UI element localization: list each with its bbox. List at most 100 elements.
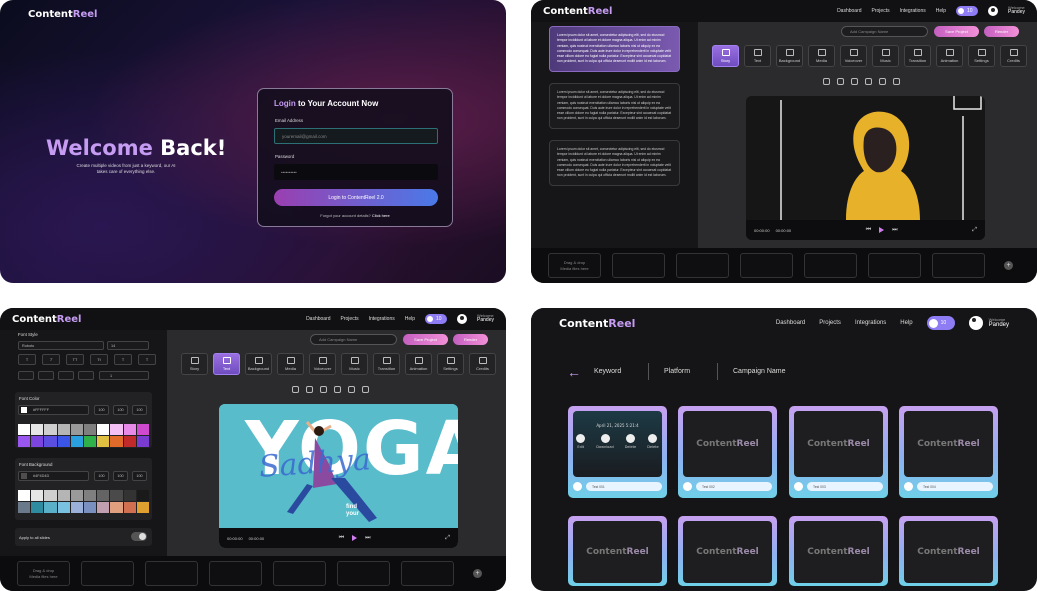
campaign-name-input[interactable]: Add Campaign Name — [310, 334, 397, 345]
color-swatch[interactable] — [44, 502, 57, 513]
tool-media[interactable]: Media — [277, 353, 304, 375]
save-project-button[interactable]: Save Project — [934, 26, 979, 37]
color-swatch[interactable] — [70, 502, 83, 513]
tool-story[interactable]: Story — [712, 45, 739, 67]
color-swatch[interactable] — [44, 490, 57, 501]
style-button[interactable]: T — [18, 354, 36, 365]
timeline-slot[interactable] — [145, 561, 198, 586]
color-swatch[interactable] — [70, 490, 83, 501]
color-swatch[interactable] — [57, 436, 70, 447]
apply-all-toggle[interactable] — [131, 532, 147, 541]
add-slide-button[interactable]: + — [1004, 261, 1013, 270]
duplicate-icon[interactable] — [348, 386, 355, 393]
play-icon[interactable] — [879, 227, 885, 233]
color-swatch[interactable] — [44, 424, 57, 435]
campaign-name-input[interactable]: Add Campaign Name — [841, 26, 928, 37]
nav-projects[interactable]: Projects — [341, 316, 359, 322]
keyword-filter[interactable]: Keyword — [594, 368, 621, 375]
user-menu[interactable]: Welcome Pandey — [989, 317, 1009, 329]
platform-filter[interactable]: Platform — [664, 368, 690, 375]
color-swatch[interactable] — [70, 436, 83, 447]
timeline-slot[interactable] — [337, 561, 390, 586]
tool-background[interactable]: Background — [776, 45, 803, 67]
color-swatch[interactable] — [110, 436, 123, 447]
email-field[interactable]: youremail@gmail.com — [274, 128, 438, 144]
nav-dashboard[interactable]: Dashboard — [837, 8, 861, 14]
nav-dashboard[interactable]: Dashboard — [306, 316, 330, 322]
video-preview[interactable]: 00:00:00 00:00:00 ⏮ ⏭ ⤢ — [746, 96, 985, 240]
nav-help[interactable]: Help — [405, 316, 415, 322]
edit-name-icon[interactable] — [573, 482, 582, 491]
color-pct[interactable]: 100 — [132, 405, 147, 415]
color-swatch[interactable] — [70, 424, 83, 435]
color-swatch[interactable] — [97, 490, 110, 501]
color-swatch[interactable] — [97, 436, 110, 447]
avatar[interactable] — [968, 316, 983, 330]
delete-action[interactable]: Delete — [647, 434, 659, 449]
style-button[interactable]: T — [42, 354, 60, 365]
color-pct[interactable]: 100 — [94, 405, 109, 415]
color-swatch[interactable] — [31, 436, 44, 447]
nav-integrations[interactable]: Integrations — [369, 316, 395, 322]
color-swatch[interactable] — [110, 490, 123, 501]
style-button[interactable]: Tt — [90, 354, 108, 365]
tool-animation[interactable]: Animation — [936, 45, 963, 67]
tool-media[interactable]: Media — [808, 45, 835, 67]
color-swatch[interactable] — [110, 424, 123, 435]
script-card[interactable]: Lorem ipsum dolor sit amet, consectetur … — [549, 26, 680, 72]
avatar[interactable] — [988, 6, 999, 16]
align-center-icon[interactable] — [38, 371, 54, 380]
color-swatch[interactable] — [18, 502, 31, 513]
tool-music[interactable]: Music — [341, 353, 368, 375]
align-left-icon[interactable] — [18, 371, 34, 380]
color-swatch[interactable] — [123, 490, 136, 501]
tool-text[interactable]: Text — [744, 45, 771, 67]
color-swatch[interactable] — [136, 424, 149, 435]
next-icon[interactable]: ⏭ — [365, 535, 370, 542]
timeline-slot[interactable] — [868, 253, 921, 278]
tool-background[interactable]: Background — [245, 353, 272, 375]
play-icon[interactable] — [352, 535, 358, 541]
timeline-slot[interactable] — [81, 561, 134, 586]
color-swatch[interactable] — [123, 502, 136, 513]
edit-name-icon[interactable] — [683, 482, 692, 491]
font-bg-hex[interactable]: #4F4D4D — [18, 471, 89, 481]
tool-credits[interactable]: Credits — [1000, 45, 1027, 67]
tool-credits[interactable]: Credits — [469, 353, 496, 375]
credits-toggle[interactable]: 10 — [926, 316, 955, 330]
timeline-slot[interactable] — [676, 253, 729, 278]
tool-voiceover[interactable]: Voiceover — [309, 353, 336, 375]
color-swatch[interactable] — [57, 424, 70, 435]
project-card[interactable]: Content Reel — [789, 516, 888, 586]
user-menu[interactable]: Welcome Pandey — [477, 313, 494, 324]
style-button[interactable]: T — [138, 354, 156, 365]
redo-icon[interactable] — [837, 78, 844, 85]
tool-animation[interactable]: Animation — [405, 353, 432, 375]
media-drop-zone[interactable]: Drag & drop Media files here — [548, 253, 601, 278]
fullscreen-icon[interactable]: ⤢ — [972, 227, 977, 234]
tool-story[interactable]: Story — [181, 353, 208, 375]
login-button[interactable]: Login to ContentReel 2.0 — [274, 189, 438, 206]
color-swatch[interactable] — [110, 502, 123, 513]
color-swatch[interactable] — [97, 424, 110, 435]
click-here-link[interactable]: Click here — [372, 213, 390, 218]
tool-transition[interactable]: Transition — [904, 45, 931, 67]
edit-action[interactable]: Edit — [576, 434, 586, 449]
prev-icon[interactable]: ⏮ — [866, 227, 871, 234]
font-family-select[interactable]: Roboto — [18, 341, 104, 350]
align-right-icon[interactable] — [58, 371, 74, 380]
undo-icon[interactable] — [823, 78, 830, 85]
tool-settings[interactable]: Settings — [437, 353, 464, 375]
style-button[interactable]: TT — [66, 354, 84, 365]
edit-name-icon[interactable] — [794, 482, 803, 491]
timeline-slot[interactable] — [612, 253, 665, 278]
color-swatch[interactable] — [83, 424, 97, 435]
project-card[interactable]: Content Reel — [899, 516, 998, 586]
color-swatch[interactable] — [18, 424, 31, 435]
bg-pct[interactable]: 100 — [94, 471, 109, 481]
font-color-hex[interactable]: #FFFFFF — [18, 405, 89, 415]
timeline-slot[interactable] — [209, 561, 262, 586]
color-pct[interactable]: 100 — [113, 405, 128, 415]
nav-help[interactable]: Help — [936, 8, 946, 14]
tool-voiceover[interactable]: Voiceover — [840, 45, 867, 67]
